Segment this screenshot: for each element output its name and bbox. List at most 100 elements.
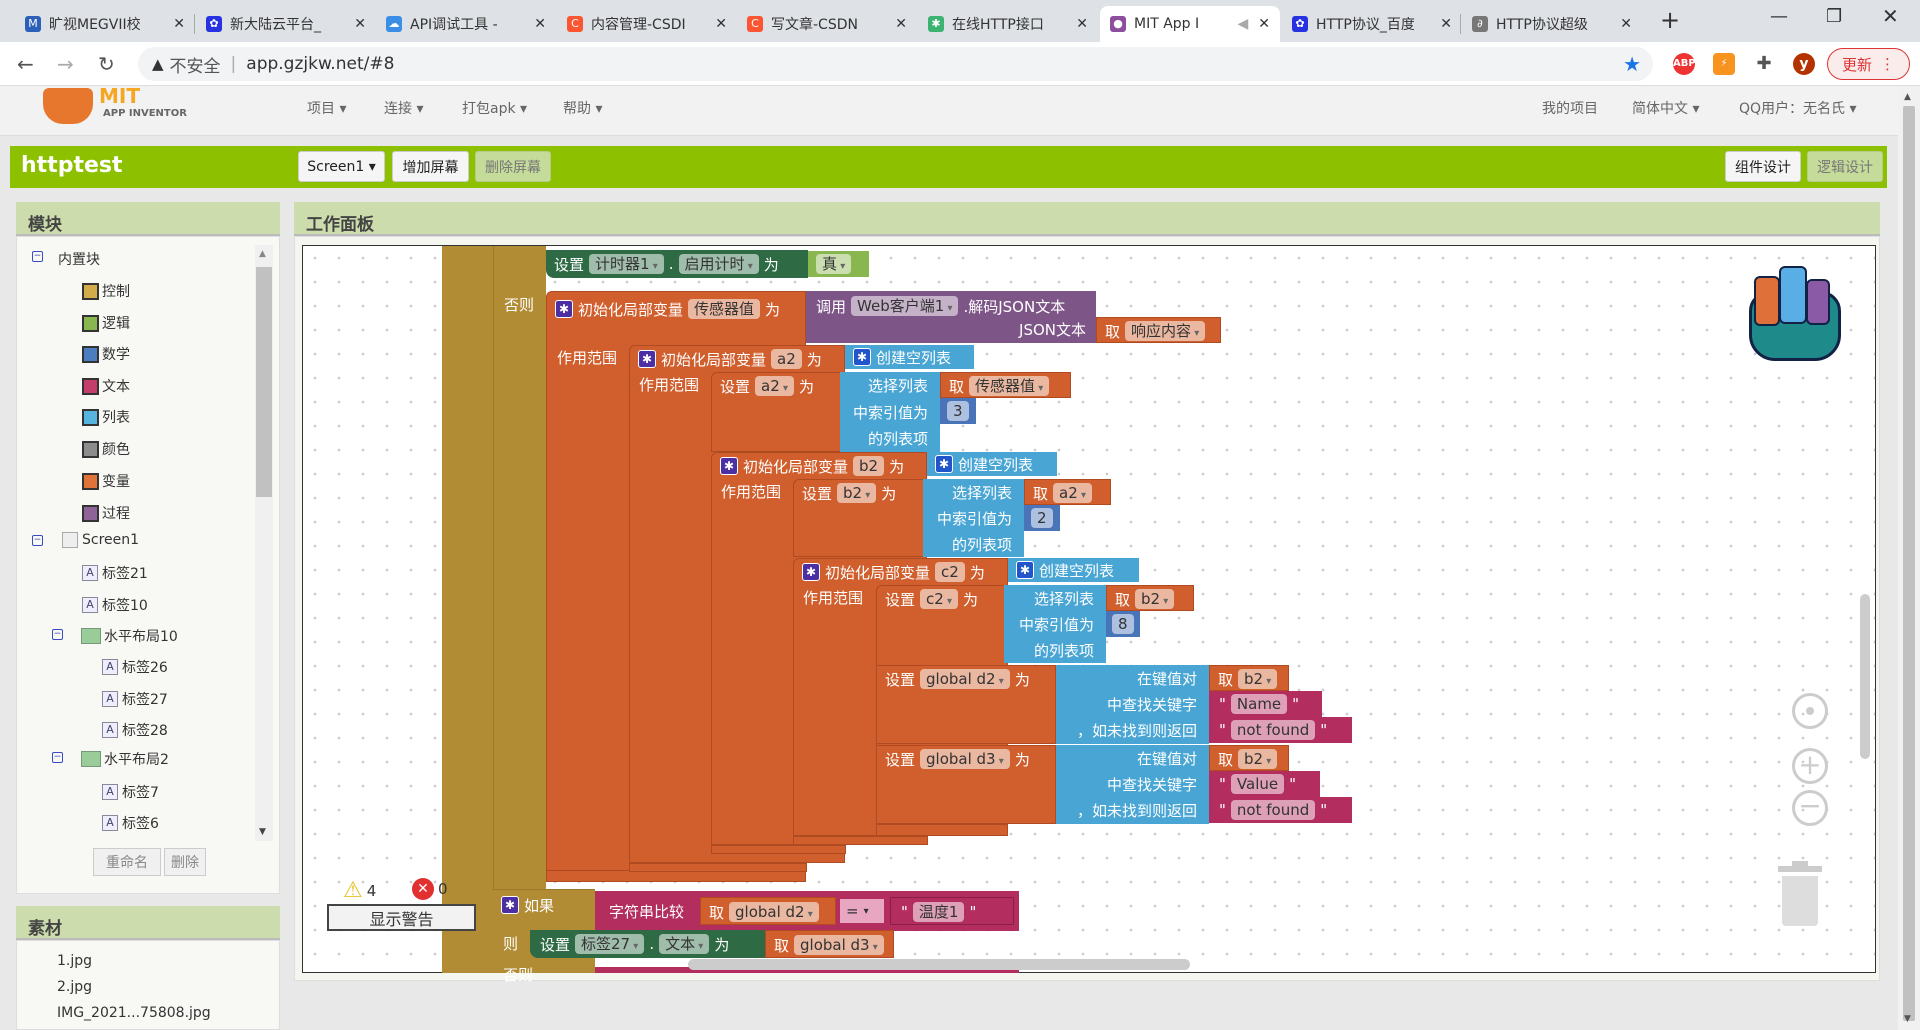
new-tab-button[interactable]: +	[1660, 6, 1680, 34]
menu-connect[interactable]: 连接 ▾	[384, 98, 423, 118]
zoom-in-icon[interactable]: +	[1792, 748, 1828, 784]
category-math[interactable]: 数学	[82, 344, 130, 364]
designer-button[interactable]: 组件设计	[1725, 151, 1801, 182]
category-colors[interactable]: 颜色	[82, 439, 130, 459]
scroll-down-icon[interactable]: ▼	[1904, 1014, 1911, 1024]
trash-icon[interactable]	[1778, 861, 1822, 928]
set-timer-block[interactable]: 设置计时器1.启用计时为	[546, 250, 808, 278]
browser-tab[interactable]: ✱ 在线HTTP接口 ✕	[918, 6, 1098, 42]
category-variables[interactable]: 变量	[82, 471, 130, 491]
close-tab-icon[interactable]: ✕	[1076, 16, 1088, 32]
category-lists[interactable]: 列表	[82, 407, 130, 427]
set-global-d3-block[interactable]: 设置global d3为	[876, 745, 1056, 824]
error-counter[interactable]: ✕ 0	[412, 878, 448, 900]
language-menu[interactable]: 简体中文 ▾	[1632, 98, 1699, 118]
lookup-in-pairs-block[interactable]: 在键值对 中查找关键字 ，如未找到则返回	[1056, 665, 1209, 744]
url-text[interactable]: app.gzjkw.net/#8	[246, 54, 394, 74]
tree-component[interactable]: A 标签28	[102, 720, 168, 740]
close-tab-icon[interactable]: ✕	[715, 16, 727, 32]
zoom-out-icon[interactable]: −	[1792, 790, 1828, 826]
tree-component[interactable]: A 标签21	[82, 563, 148, 583]
set-label27-text-block[interactable]: 设置标签27.文本为	[530, 930, 765, 958]
menu-help[interactable]: 帮助 ▾	[563, 98, 602, 118]
get-sensor-block[interactable]: 取传感器值	[940, 372, 1071, 398]
workspace-horizontal-scrollbar[interactable]	[688, 959, 1190, 970]
scrollbar-thumb[interactable]	[1903, 106, 1915, 1021]
browser-tab[interactable]: M 旷视MEGVII校 ✕	[15, 6, 195, 42]
set-b2-block[interactable]: 设置b2为	[793, 479, 927, 557]
add-screen-button[interactable]: 增加屏幕	[392, 151, 469, 182]
blocks-editor-button[interactable]: 逻辑设计	[1807, 151, 1883, 182]
category-procedures[interactable]: 过程	[82, 503, 130, 523]
tree-component[interactable]: A 标签10	[82, 595, 148, 615]
tree-component[interactable]: 水平布局2	[81, 749, 169, 769]
extension-icon[interactable]: ⚡	[1713, 53, 1735, 75]
puzzle-icon[interactable]: ✚	[1753, 53, 1775, 75]
select-list-item-block[interactable]: 选择列表 中索引值为 的列表项	[840, 372, 940, 452]
media-file[interactable]: IMG_2021...75808.jpg	[57, 1005, 211, 1021]
maximize-button[interactable]: ❐	[1826, 6, 1842, 27]
number-block[interactable]: 3	[940, 398, 976, 424]
media-file[interactable]: 2.jpg	[57, 979, 92, 995]
browser-tab[interactable]: ∂ HTTP协议超级 ✕	[1462, 6, 1642, 42]
true-block[interactable]: 真	[808, 251, 869, 277]
select-list-item-block[interactable]: 选择列表 中索引值为 的列表项	[923, 479, 1024, 557]
close-tab-icon[interactable]: ✕	[895, 16, 907, 32]
browser-tab[interactable]: C 内容管理-CSDI ✕	[557, 6, 737, 42]
text-not-found-block[interactable]: " not found "	[1209, 797, 1352, 823]
get-global-d3-block[interactable]: 取 global d3	[765, 930, 894, 958]
bookmark-star-icon[interactable]: ★	[1623, 52, 1641, 76]
text-name-block[interactable]: " Name "	[1209, 691, 1322, 717]
recenter-icon[interactable]	[1792, 693, 1828, 729]
collapse-icon[interactable]: −	[52, 752, 63, 763]
category-control[interactable]: 控制	[82, 281, 130, 301]
set-a2-block[interactable]: 设置a2为	[711, 372, 845, 452]
browser-tab[interactable]: C 写文章-CSDN ✕	[737, 6, 917, 42]
speaker-icon[interactable]: ◀	[1237, 16, 1248, 32]
create-empty-list-block[interactable]: ✱ 创建空列表	[845, 345, 974, 369]
update-button[interactable]: 更新 ⋮	[1827, 48, 1910, 80]
tree-builtin[interactable]: 内置块	[58, 249, 100, 269]
tree-component[interactable]: A 标签6	[102, 813, 159, 833]
compare-operator-dropdown[interactable]: = ▾	[840, 899, 884, 923]
get-global-d2-block[interactable]: 取 global d2	[700, 897, 836, 925]
screen-select[interactable]: Screen1 ▾	[298, 151, 385, 182]
get-a2-block[interactable]: 取 a2	[1024, 479, 1111, 505]
collapse-icon[interactable]: −	[32, 251, 43, 262]
collapse-icon[interactable]: −	[52, 629, 63, 640]
gear-icon[interactable]: ✱	[555, 300, 573, 318]
lookup-in-pairs-block[interactable]: 在键值对 中查找关键字 ，如未找到则返回	[1056, 745, 1209, 824]
scrollbar-thumb[interactable]	[256, 267, 272, 497]
create-empty-list-block[interactable]: ✱ 创建空列表	[1008, 558, 1139, 582]
select-list-item-block[interactable]: 选择列表 中索引值为 的列表项	[1004, 585, 1106, 663]
not-secure-label[interactable]: 不安全	[170, 52, 221, 77]
url-bar[interactable]: ▲ 不安全 | app.gzjkw.net/#8 ★	[138, 47, 1653, 81]
text-value-block[interactable]: " Value "	[1209, 771, 1320, 797]
browser-tab[interactable]: ✿ 新大陆云平台_ ✕	[196, 6, 376, 42]
get-b2-block[interactable]: 取 b2	[1106, 585, 1194, 611]
text-temp-block[interactable]: " 温度1 "	[890, 897, 1014, 925]
close-tab-icon[interactable]: ✕	[1440, 16, 1452, 32]
get-response-block[interactable]: 取响应内容	[1096, 317, 1221, 343]
tree-component[interactable]: A 标签27	[102, 689, 168, 709]
mit-logo[interactable]: MIT APP INVENTOR	[43, 84, 198, 126]
adblock-icon[interactable]: ABP	[1673, 53, 1696, 75]
back-icon[interactable]: ←	[17, 52, 34, 76]
show-warnings-button[interactable]: 显示警告	[327, 904, 476, 931]
get-b2-block[interactable]: 取 b2	[1209, 665, 1289, 691]
browser-tab[interactable]: ✿ HTTP协议_百度 ✕	[1282, 6, 1462, 42]
set-global-d2-block[interactable]: 设置global d2为	[876, 665, 1056, 744]
menu-build[interactable]: 打包apk ▾	[462, 98, 527, 118]
avatar[interactable]: y	[1793, 53, 1815, 75]
browser-tab[interactable]: ☁ API调试工具 - ✕	[376, 6, 556, 42]
category-logic[interactable]: 逻辑	[82, 313, 130, 333]
close-tab-icon[interactable]: ✕	[354, 16, 366, 32]
warning-counter[interactable]: ⚠ 4	[343, 878, 376, 903]
media-file[interactable]: 1.jpg	[57, 953, 92, 969]
close-window-button[interactable]: ✕	[1882, 4, 1899, 28]
call-decode-json-block[interactable]: 调用Web客户端1.解码JSON文本 JSON文本	[806, 291, 1096, 343]
reload-icon[interactable]: ↻	[98, 52, 115, 76]
close-tab-icon[interactable]: ✕	[534, 16, 546, 32]
remove-screen-button[interactable]: 删除屏幕	[475, 151, 551, 182]
delete-button[interactable]: 删除	[164, 848, 206, 876]
